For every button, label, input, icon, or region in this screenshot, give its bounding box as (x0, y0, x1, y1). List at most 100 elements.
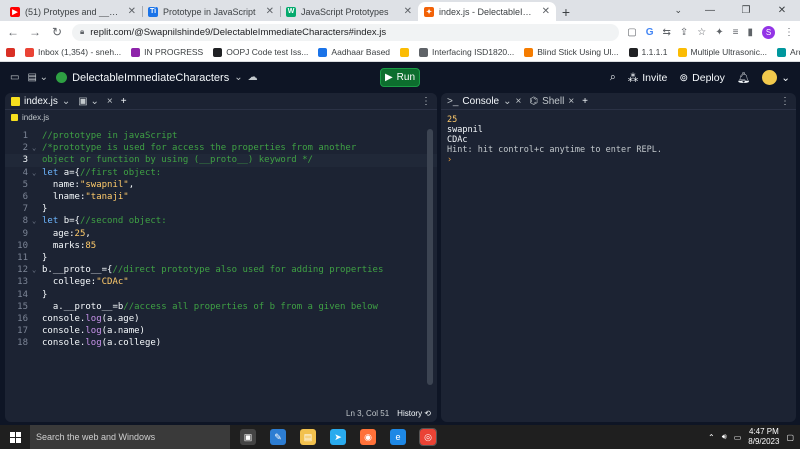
bookmark-item[interactable]: Arduino (ATmega32... (777, 47, 800, 57)
browser-tab[interactable]: W JavaScript Prototypes ✕ (280, 2, 418, 21)
close-tab-icon[interactable]: ✕ (404, 6, 412, 17)
split-editor-icon[interactable]: ▣ ⌄ (78, 96, 99, 107)
add-tab-icon[interactable]: + (121, 96, 127, 107)
side-panel-icon[interactable]: ▮ (747, 27, 753, 38)
taskbar-search[interactable]: Search the web and Windows (30, 425, 230, 449)
lock-icon[interactable]: 🔒︎ (80, 27, 84, 37)
reading-list-icon[interactable]: ≡ (733, 27, 739, 38)
user-menu[interactable]: ⌄ (762, 70, 790, 85)
bookmark-item[interactable]: OOPJ Code test Iss... (213, 47, 308, 57)
reload-icon[interactable]: ↻ (50, 25, 64, 39)
battery-icon[interactable]: ▭ (734, 433, 742, 442)
edge-taskbar-icon[interactable]: e (390, 429, 406, 445)
search-icon[interactable]: ⌕ (610, 71, 616, 84)
extensions-icon[interactable]: ✦ (715, 27, 723, 38)
volume-icon[interactable]: 🔊︎ (722, 432, 727, 442)
deploy-button[interactable]: ⊚ Deploy (679, 72, 725, 84)
browser-tab[interactable]: ▶ (51) Protypes and __proto__ in Ja ✕ (4, 2, 142, 21)
console-prompt[interactable]: › (447, 155, 790, 165)
code-area[interactable]: 1//prototype in javaScript 2 ⌄/*prototype … (5, 129, 437, 349)
firefox-taskbar-icon[interactable]: ◉ (360, 429, 376, 445)
code-line[interactable]: 3 object or function by using (__proto__)… (5, 154, 437, 167)
start-button[interactable] (0, 425, 30, 449)
chevron-down-icon[interactable]: ⌄ (503, 96, 511, 107)
bookmark-item[interactable] (6, 47, 15, 57)
bookmark-item[interactable]: IN PROGRESS (131, 47, 203, 57)
close-tab-icon[interactable]: ✕ (128, 6, 136, 17)
code-line[interactable]: 17 console.log(a.name) (5, 325, 437, 337)
chevron-down-icon[interactable]: ⌄ (62, 96, 70, 107)
code-line[interactable]: 4 ⌄ let a={//first object: (5, 167, 437, 179)
restore-icon[interactable]: ❐ (728, 0, 764, 21)
add-tab-icon[interactable]: + (582, 96, 588, 107)
fold-chevron-icon[interactable]: ⌄ (32, 169, 42, 177)
bookmark-item[interactable]: Multiple Ultrasonic... (677, 47, 767, 57)
minimize-icon[interactable]: — (692, 0, 728, 21)
editor-menu-icon[interactable]: ⋮ (421, 96, 431, 107)
fold-chevron-icon[interactable]: ⌄ (32, 217, 42, 225)
history-button[interactable]: History ⟲ (397, 409, 431, 418)
tab-shell[interactable]: ⌬ Shell × (529, 96, 574, 107)
code-line[interactable]: 16 console.log(a.age) (5, 313, 437, 325)
bookmark-item[interactable]: Interfacing ISD1820... (419, 47, 514, 57)
browser-tab[interactable]: ✦ index.js - DelectableImmediateCh ✕ (418, 2, 556, 21)
code-line[interactable]: 2 ⌄/*prototype is used for access the pro… (5, 142, 437, 154)
code-line[interactable]: 1 //prototype in javaScript (5, 130, 437, 142)
code-line[interactable]: 6 lname:"tanaji" (5, 191, 437, 203)
code-line[interactable]: 9 age:25, (5, 228, 437, 240)
close-tab-icon[interactable]: ✕ (542, 6, 550, 17)
code-line[interactable]: 14} (5, 288, 437, 300)
tab-search-icon[interactable]: ⌄ (674, 0, 682, 21)
cursor-position[interactable]: Ln 3, Col 51 (346, 409, 389, 418)
back-icon[interactable]: ← (6, 25, 20, 39)
show-hidden-icons-icon[interactable]: ⌃ (708, 433, 715, 442)
file-explorer-taskbar-icon[interactable]: ▤ (300, 429, 316, 445)
file-tab-index-js[interactable]: index.js ⌄ (11, 96, 70, 107)
repl-name[interactable]: DelectableImmediateCharacters ⌄ ☁ (56, 72, 258, 84)
tab-console[interactable]: >_ Console ⌄ × (447, 96, 521, 107)
notifications-icon[interactable]: ▢ (786, 433, 794, 442)
close-tab-icon[interactable]: ✕ (266, 6, 274, 17)
save-page-icon[interactable]: ▢ (627, 27, 636, 38)
close-window-icon[interactable]: ✕ (764, 0, 800, 21)
chrome-menu-icon[interactable]: ⋮ (784, 27, 794, 38)
new-tab-button[interactable]: + (556, 2, 576, 21)
address-bar[interactable]: 🔒︎ replit.com/@Swapnilshinde9/Delectable… (72, 23, 620, 41)
sidebar-toggle-icon[interactable]: ▭ (10, 72, 19, 83)
code-line[interactable]: 11} (5, 252, 437, 264)
translate-icon[interactable]: ⇆ (663, 27, 671, 38)
close-tab-icon[interactable]: × (568, 96, 574, 107)
code-line[interactable]: 10 marks:85 (5, 240, 437, 252)
code-line[interactable]: 5 name:"swapnil", (5, 179, 437, 191)
notifications-bell-icon[interactable]: 🔔︎ (737, 71, 750, 84)
bookmark-item[interactable]: Aadhaar Based (318, 47, 390, 57)
bookmark-item[interactable]: Inbox (1,354) - sneh... (25, 47, 121, 57)
google-icon[interactable]: G (646, 27, 654, 38)
invite-button[interactable]: ⁂ Invite (628, 72, 668, 84)
code-line[interactable]: 7} (5, 203, 437, 215)
code-line[interactable]: 15 a.__proto__=b//access all properties … (5, 301, 437, 313)
bookmark-item[interactable]: Blind Stick Using Ul... (524, 47, 619, 57)
fold-chevron-icon[interactable]: ⌄ (32, 266, 42, 274)
forward-icon[interactable]: → (28, 25, 42, 39)
run-button[interactable]: ▶ Run (380, 68, 420, 87)
bookmark-item[interactable] (400, 47, 410, 57)
code-line[interactable]: 8 ⌄ let b={//second object: (5, 215, 437, 227)
share-icon[interactable]: ⇪ (680, 27, 688, 38)
notepad-taskbar-icon[interactable]: ✎ (270, 429, 286, 445)
code-line[interactable]: 12 ⌄ b.__proto__={//direct prototype also … (5, 264, 437, 276)
console-menu-icon[interactable]: ⋮ (780, 96, 790, 107)
chrome-taskbar-icon[interactable]: ◎ (419, 428, 437, 446)
console-output[interactable]: 25 swapnil CDAc Hint: hit control+c anyt… (441, 110, 796, 170)
code-line[interactable]: 18 console.log(a.college) (5, 337, 437, 349)
breadcrumb-file[interactable]: index.js (22, 113, 49, 122)
task-view-taskbar-icon[interactable]: ▣ (240, 429, 256, 445)
telegram-taskbar-icon[interactable]: ➤ (330, 429, 346, 445)
profile-avatar[interactable]: S (762, 25, 775, 39)
files-menu-icon[interactable]: ▤ ⌄ (27, 72, 48, 83)
bookmark-item[interactable]: 1.1.1.1 (628, 47, 668, 57)
close-tab-icon[interactable]: × (516, 96, 522, 107)
editor-scrollbar[interactable] (427, 129, 433, 385)
code-line[interactable]: 13 college:"CDAc" (5, 276, 437, 288)
clock[interactable]: 4:47 PM 8/9/2023 (748, 427, 779, 447)
